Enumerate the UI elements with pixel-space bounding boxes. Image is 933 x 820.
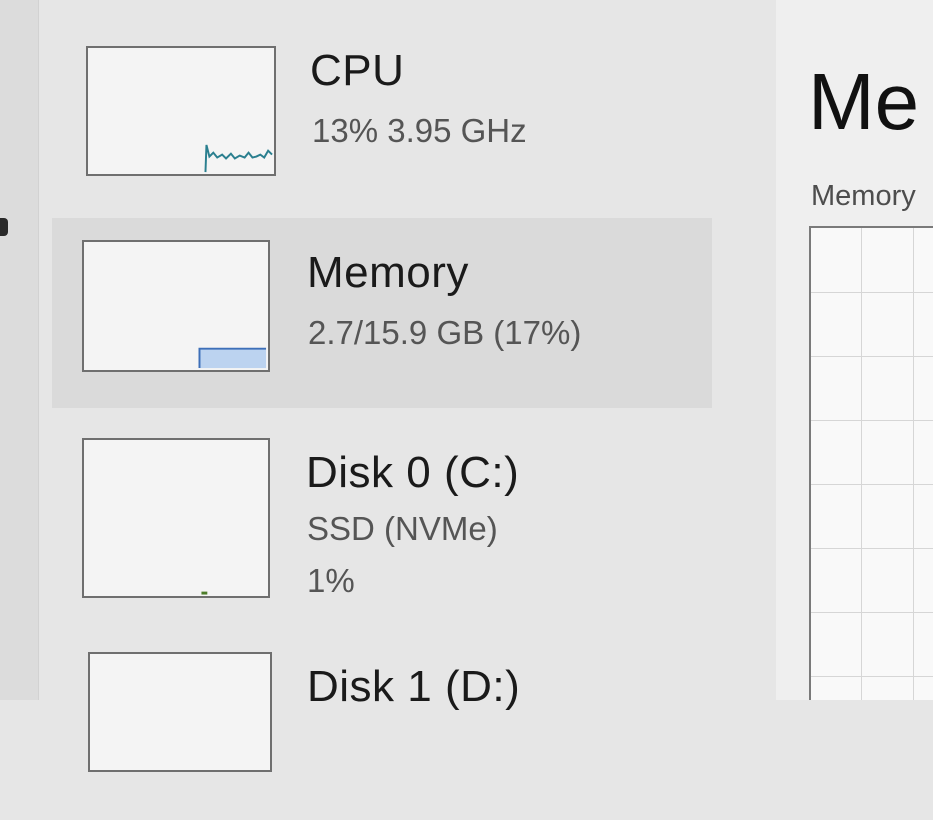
performance-sidebar: CPU 13% 3.95 GHz Memory 2.7/15.9 GB (17%… [40,0,770,772]
memory-usage-graph [809,226,933,700]
disk-1-title: Disk 1 (D:) [307,662,521,711]
detail-pane: Me Memory [776,0,933,700]
cpu-title: CPU [310,46,405,95]
graph-gridline [811,420,933,421]
disk-1-mini-graph [88,652,272,772]
graph-gridline [811,548,933,549]
edge-marker [0,218,8,236]
sidebar-item-disk-1[interactable]: Disk 1 (D:) [52,630,712,820]
disk-0-mini-graph [82,438,270,598]
graph-gridline [861,228,862,700]
disk-0-usage-text: 1% [307,562,355,599]
cpu-mini-graph [86,46,276,176]
graph-gridline [811,356,933,357]
graph-gridline [811,612,933,613]
sidebar-item-memory[interactable]: Memory 2.7/15.9 GB (17%) [52,218,712,408]
graph-gridline [811,676,933,677]
memory-mini-graph [82,240,270,372]
memory-title: Memory [307,248,469,297]
sidebar-item-disk-0[interactable]: Disk 0 (C:) SSD (NVMe) 1% [52,418,712,608]
disk-0-type-text: SSD (NVMe) [307,510,498,547]
sidebar-item-cpu[interactable]: CPU 13% 3.95 GHz [52,28,712,218]
cpu-usage-line [204,144,273,173]
cpu-usage-text: 13% 3.95 GHz [312,112,527,149]
graph-gridline [811,292,933,293]
memory-usage-graph-label: Memory [811,180,916,212]
left-edge-strip [0,0,39,700]
detail-title: Me [808,57,920,146]
graph-gridline [913,228,914,700]
memory-usage-fill [199,348,267,369]
disk-0-title: Disk 0 (C:) [306,448,520,497]
graph-gridline [811,484,933,485]
memory-usage-text: 2.7/15.9 GB (17%) [308,314,582,351]
